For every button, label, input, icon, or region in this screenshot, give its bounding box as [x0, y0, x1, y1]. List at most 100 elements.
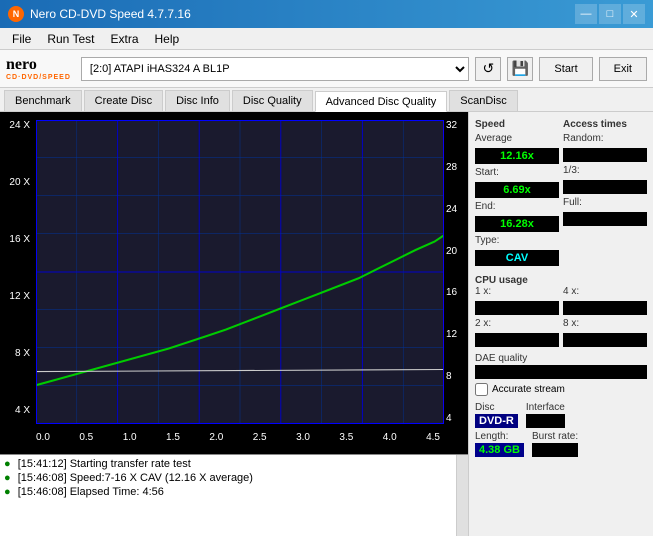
tab-scandisc[interactable]: ScanDisc	[449, 90, 517, 111]
dae-quality-section: DAE quality	[475, 353, 647, 379]
speed-title: Speed	[475, 119, 559, 130]
burst-rate-value	[532, 443, 578, 457]
x8-value	[563, 333, 647, 347]
x4-label: 4 x:	[563, 286, 647, 297]
y-label-24: 24 X	[9, 120, 30, 131]
log-section: ● [15:41:12] Starting transfer rate test…	[0, 454, 468, 536]
x-4.5: 4.5	[426, 432, 440, 443]
close-button[interactable]: ✕	[623, 4, 645, 24]
interface-value	[526, 414, 565, 428]
speed-column: Speed Average 12.16x Start: 6.69x End: 1…	[475, 116, 559, 266]
x-0.5: 0.5	[79, 432, 93, 443]
x1-value	[475, 301, 559, 315]
log-icon-1: ●	[4, 472, 11, 484]
left-panel: 24 X 20 X 16 X 12 X 8 X 4 X	[0, 112, 468, 536]
cpu-col-2: 4 x: 8 x:	[563, 286, 647, 347]
dae-quality-value	[475, 365, 647, 379]
minimize-button[interactable]: —	[575, 4, 597, 24]
chart-svg	[36, 120, 444, 424]
tab-disc-quality[interactable]: Disc Quality	[232, 90, 313, 111]
log-time-0: [15:41:12]	[18, 458, 67, 470]
y-right-32: 32	[446, 120, 457, 131]
disc-length-heading: Length:	[475, 431, 524, 442]
toolbar: nero CD·DVD/SPEED [2:0] ATAPI iHAS324 A …	[0, 50, 653, 88]
y-right-16: 16	[446, 287, 457, 298]
x-axis: 0.0 0.5 1.0 1.5 2.0 2.5 3.0 3.5 4.0 4.5	[36, 428, 440, 446]
dae-quality-label: DAE quality	[475, 353, 647, 364]
log-entry-0: ● [15:41:12] Starting transfer rate test	[4, 457, 452, 471]
full-label: Full:	[563, 197, 647, 208]
disc-type-section: Disc DVD-R	[475, 402, 518, 428]
tab-create-disc[interactable]: Create Disc	[84, 90, 163, 111]
burst-rate-section: Burst rate:	[532, 431, 578, 457]
maximize-button[interactable]: □	[599, 4, 621, 24]
log-list[interactable]: ● [15:41:12] Starting transfer rate test…	[0, 455, 456, 533]
exit-button[interactable]: Exit	[599, 57, 647, 81]
main-content: 24 X 20 X 16 X 12 X 8 X 4 X	[0, 112, 653, 536]
chart-wrapper: 24 X 20 X 16 X 12 X 8 X 4 X	[0, 112, 468, 454]
log-text-0: Starting transfer rate test	[70, 458, 191, 470]
tab-bar: Benchmark Create Disc Disc Info Disc Qua…	[0, 88, 653, 112]
x-3.0: 3.0	[296, 432, 310, 443]
start-button[interactable]: Start	[539, 57, 592, 81]
logo: nero CD·DVD/SPEED	[6, 56, 71, 81]
log-scrollbar[interactable]	[456, 455, 468, 536]
menu-extra[interactable]: Extra	[102, 30, 146, 48]
app-icon: N	[8, 6, 24, 22]
x-2.0: 2.0	[209, 432, 223, 443]
menu-file[interactable]: File	[4, 30, 39, 48]
x4-value	[563, 301, 647, 315]
random-label: Random:	[563, 133, 647, 144]
full-value	[563, 212, 647, 226]
start-label: Start:	[475, 167, 559, 178]
save-button[interactable]: 💾	[507, 57, 533, 81]
tab-advanced-disc-quality[interactable]: Advanced Disc Quality	[315, 91, 448, 112]
interface-label: Interface	[526, 402, 565, 413]
y-label-4: 4 X	[15, 405, 30, 416]
disc-type-value: DVD-R	[475, 414, 518, 428]
log-text-1: Speed:7-16 X CAV (12.16 X average)	[70, 472, 253, 484]
start-value: 6.69x	[475, 182, 559, 198]
drive-select[interactable]: [2:0] ATAPI iHAS324 A BL1P	[81, 57, 470, 81]
cpu-usage-title: CPU usage	[475, 275, 647, 286]
log-time-1: [15:46:08]	[18, 472, 67, 484]
x1-label: 1 x:	[475, 286, 559, 297]
x-4.0: 4.0	[383, 432, 397, 443]
y-right-4: 4	[446, 413, 452, 424]
log-icon-0: ●	[4, 458, 11, 470]
one-third-label: 1/3:	[563, 165, 647, 176]
y-right-12: 12	[446, 329, 457, 340]
x-1.5: 1.5	[166, 432, 180, 443]
cpu-usage-row: 1 x: 2 x: 4 x: 8 x:	[475, 286, 647, 347]
random-value	[563, 148, 647, 162]
y-axis-left: 24 X 20 X 16 X 12 X 8 X 4 X	[0, 120, 32, 416]
right-panel: Speed Average 12.16x Start: 6.69x End: 1…	[468, 112, 653, 536]
log-entry-2: ● [15:46:08] Elapsed Time: 4:56	[4, 485, 452, 499]
disc-length-row: Length: 4.38 GB Burst rate:	[475, 431, 647, 457]
y-label-20: 20 X	[9, 177, 30, 188]
tab-benchmark[interactable]: Benchmark	[4, 90, 82, 111]
log-entry-1: ● [15:46:08] Speed:7-16 X CAV (12.16 X a…	[4, 471, 452, 485]
access-times-title: Access times	[563, 119, 647, 130]
cpu-usage-section: CPU usage 1 x: 2 x: 4 x: 8 x:	[475, 272, 647, 347]
disc-length-section: Length: 4.38 GB	[475, 431, 524, 457]
x2-value	[475, 333, 559, 347]
y-label-12: 12 X	[9, 291, 30, 302]
tab-disc-info[interactable]: Disc Info	[165, 90, 230, 111]
title-bar: N Nero CD-DVD Speed 4.7.7.16 — □ ✕	[0, 0, 653, 28]
x-3.5: 3.5	[339, 432, 353, 443]
refresh-button[interactable]: ↺	[475, 57, 501, 81]
y-right-24: 24	[446, 204, 457, 215]
menu-help[interactable]: Help	[147, 30, 188, 48]
logo-subtitle: CD·DVD/SPEED	[6, 74, 71, 81]
accurate-stream-checkbox[interactable]	[475, 383, 488, 396]
disc-info-row: Disc DVD-R Interface	[475, 402, 647, 428]
interface-section: Interface	[526, 402, 565, 428]
end-value: 16.28x	[475, 216, 559, 232]
accurate-stream-section: Accurate stream	[475, 383, 647, 396]
menu-run-test[interactable]: Run Test	[39, 30, 102, 48]
log-text-2: Elapsed Time: 4:56	[70, 486, 164, 498]
burst-rate-label: Burst rate:	[532, 431, 578, 442]
cpu-col-1: 1 x: 2 x:	[475, 286, 559, 347]
x2-label: 2 x:	[475, 318, 559, 329]
